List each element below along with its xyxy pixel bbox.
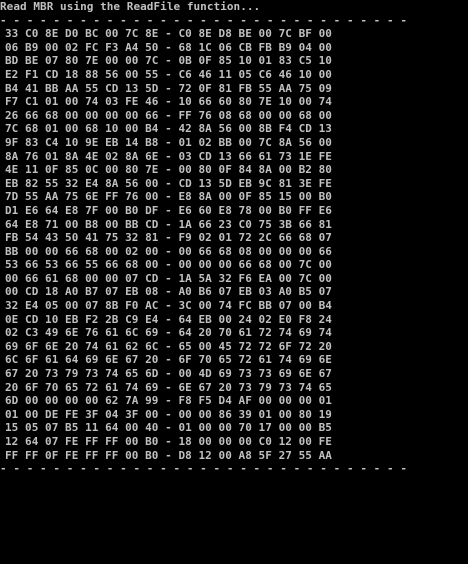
hex-row: 06 B9 00 02 FC F3 A4 50 - 68 1C 06 CB FB… [5,40,332,54]
hex-row: 4E 11 0F 85 0C 00 80 7E - 00 80 0F 84 8A… [5,163,332,177]
hex-row: 00 66 61 68 00 00 07 CD - 1A 5A 32 F6 EA… [5,271,332,285]
hex-row: 20 6F 70 65 72 61 74 69 - 6E 67 20 73 79… [5,380,332,394]
hex-row: 26 66 68 00 00 00 00 66 - FF 76 08 68 00… [5,108,332,122]
hex-row: 01 00 DE FE 3F 04 3F 00 - 00 00 86 39 01… [5,407,332,421]
hex-row: 53 66 53 66 55 66 68 00 - 00 00 00 66 68… [5,258,332,272]
hex-row: 00 CD 18 A0 B7 07 EB 08 - A0 B6 07 EB 03… [5,285,332,299]
hex-row: B4 41 BB AA 55 CD 13 5D - 72 0F 81 FB 55… [5,81,332,95]
hex-row: 67 20 73 79 73 74 65 6D - 00 4D 69 73 73… [5,367,332,381]
hex-row: 69 6F 6E 20 74 61 62 6C - 65 00 45 72 72… [5,339,332,353]
hex-row: 02 C3 49 6E 76 61 6C 69 - 64 20 70 61 72… [5,326,332,340]
hex-row: 32 E4 05 00 07 8B F0 AC - 3C 00 74 FC BB… [5,299,332,313]
hex-row: FB 54 43 50 41 75 32 81 - F9 02 01 72 2C… [5,231,332,245]
hex-row: 6D 00 00 00 00 62 7A 99 - F8 F5 D4 AF 00… [5,394,332,408]
hex-row: F7 C1 01 00 74 03 FE 46 - 10 66 60 80 7E… [5,95,332,109]
console-window: Read MBR using the ReadFile function... … [0,0,468,564]
hex-row: 8A 76 01 8A 4E 02 8A 6E - 03 CD 13 66 61… [5,149,332,163]
hex-row: BD BE 07 80 7E 00 00 7C - 0B 0F 85 10 01… [5,54,332,68]
console-title-line: Read MBR using the ReadFile function... [0,0,261,13]
hex-row: 12 64 07 FE FF FF 00 B0 - 18 00 00 00 C0… [5,435,332,448]
hex-dump: 33 C0 8E D0 BC 00 7C 8E - C0 8E D8 BE 00… [0,27,468,462]
hex-row: 15 05 07 B5 11 64 00 40 - 01 00 00 70 17… [5,421,332,435]
separator-bottom: - - - - - - - - - - - - - - - - - - - - … [0,462,408,476]
hex-row: D1 E6 64 E8 7F 00 B0 DF - E6 60 E8 78 00… [5,203,332,217]
hex-row: 6C 6F 61 64 69 6E 67 20 - 6F 70 65 72 61… [5,353,332,367]
hex-row: 7D 55 AA 75 6E FF 76 00 - E8 8A 00 0F 85… [5,190,332,204]
hex-row: 0E CD 10 EB F2 2B C9 E4 - 64 EB 00 24 02… [5,312,332,326]
hex-row: BB 00 00 66 68 00 02 00 - 00 66 68 08 00… [5,244,332,258]
separator-top: - - - - - - - - - - - - - - - - - - - - … [0,13,408,27]
hex-row: E2 F1 CD 18 88 56 00 55 - C6 46 11 05 C6… [5,67,332,81]
hex-row: 64 E8 71 00 B8 00 BB CD - 1A 66 23 C0 75… [5,217,332,231]
hex-row: 33 C0 8E D0 BC 00 7C 8E - C0 8E D8 BE 00… [5,27,332,41]
hex-row: FF FF 0F FE FF FF 00 B0 - D8 12 00 A8 5F… [5,448,332,462]
hex-row: 7C 68 01 00 68 10 00 B4 - 42 8A 56 00 8B… [5,122,332,136]
hex-row: EB 82 55 32 E4 8A 56 00 - CD 13 5D EB 9C… [5,176,332,190]
hex-row: 9F 83 C4 10 9E EB 14 B8 - 01 02 BB 00 7C… [5,135,332,149]
